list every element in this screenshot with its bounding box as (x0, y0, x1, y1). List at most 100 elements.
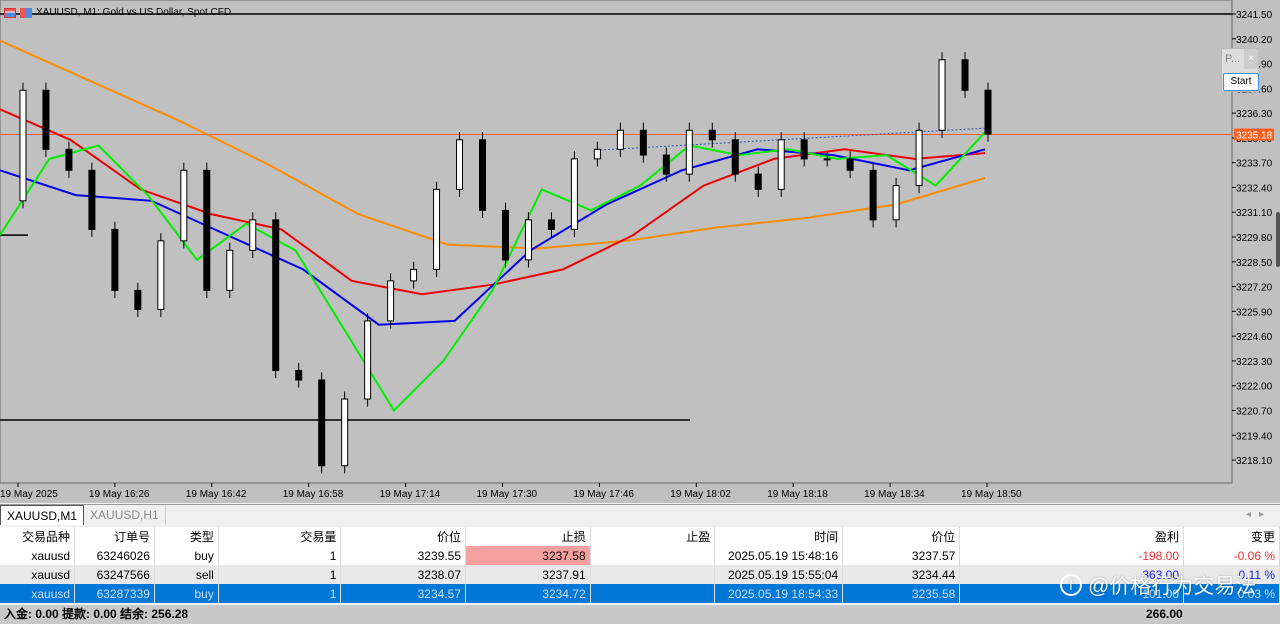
candle-body (249, 219, 257, 251)
column-header[interactable]: 交易品种 (0, 527, 76, 546)
logo-icon: f (1060, 574, 1082, 596)
table-row[interactable]: xauusd 63246026 buy 1 3239.55 3237.58 2025.05.… (0, 546, 1280, 565)
x-tick-label: 19 May 2025 (0, 489, 58, 500)
table-icon[interactable] (4, 7, 16, 18)
candle-body (662, 154, 670, 175)
candle-body (777, 139, 785, 190)
table-header: 交易品种 订单号 类型 交易量 价位 止损 止盈 时间 价位 盈利 变更 (0, 527, 1280, 546)
table-cell: buy (154, 546, 219, 565)
candle-body (456, 139, 464, 190)
y-tick-label: 3233.70 (1236, 159, 1273, 170)
panel-title: P... (1225, 53, 1241, 65)
candle-body (387, 280, 395, 322)
x-tick-label: 19 May 16:42 (186, 489, 247, 500)
table-cell: 3237.58 (465, 546, 591, 565)
table-cell: xauusd (0, 546, 76, 565)
candle-body (708, 129, 716, 141)
watermark: f @价格行为交易法 (1060, 570, 1256, 600)
candle-body (65, 148, 73, 171)
one-click-trading-icon[interactable] (20, 7, 32, 18)
candle-body (157, 240, 165, 310)
x-tick-label: 19 May 18:50 (961, 489, 1022, 500)
start-button[interactable]: Start (1223, 73, 1259, 91)
column-header[interactable]: 价位 (842, 527, 961, 546)
x-tick-label: 19 May 17:46 (573, 489, 634, 500)
candle-body (800, 139, 808, 160)
candle-body (639, 129, 647, 156)
price-chart[interactable]: 3241.503240.203238.903237.603236.303235.… (0, 0, 1280, 503)
table-cell: 3234.72 (465, 584, 591, 603)
table-cell: sell (154, 565, 219, 584)
x-tick-label: 19 May 18:18 (767, 489, 828, 500)
candle-body (731, 139, 739, 175)
y-tick-label: 3228.50 (1236, 258, 1273, 269)
current-price-label: 3235.18 (1236, 130, 1273, 141)
balance-summary: 入金: 0.00 提款: 0.00 结余: 256.28 (4, 607, 189, 621)
table-cell (590, 546, 716, 565)
y-tick-label: 3222.00 (1236, 382, 1273, 393)
column-header[interactable]: 价位 (340, 527, 467, 546)
tab-xauusd-m1[interactable]: XAUUSD,M1 (0, 505, 85, 525)
x-tick-label: 19 May 17:14 (380, 489, 441, 500)
table-cell: 1 (218, 565, 342, 584)
y-tick-label: 3225.90 (1236, 307, 1273, 318)
candle-body (961, 59, 969, 91)
table-cell: 63287339 (74, 584, 155, 603)
candle-body (984, 89, 992, 135)
x-tick-label: 19 May 17:30 (477, 489, 538, 500)
table-cell (590, 584, 716, 603)
candle-body (547, 219, 555, 230)
candle-body (295, 369, 303, 381)
candle-body (823, 158, 831, 161)
table-cell: 1 (218, 584, 342, 603)
column-header[interactable]: 订单号 (74, 527, 155, 546)
column-header[interactable]: 止损 (465, 527, 591, 546)
chart-canvas[interactable]: 3241.503240.203238.903237.603236.303235.… (0, 0, 1280, 503)
panel-close-button[interactable]: × (1244, 49, 1258, 69)
candle-body (938, 59, 946, 131)
candle-body (593, 148, 601, 160)
candle-body (42, 89, 50, 150)
candle-body (501, 209, 509, 261)
account-summary: 入金: 0.00 提款: 0.00 结余: 256.28 266.00 (0, 605, 1280, 624)
column-header[interactable]: 交易量 (218, 527, 342, 546)
chart-title: XAUUSD, M1: Gold vs US Dollar, Spot CFD (4, 7, 231, 18)
y-tick-label: 3218.10 (1236, 456, 1273, 467)
y-tick-label: 3241.50 (1236, 10, 1273, 21)
table-cell: xauusd (0, 584, 76, 603)
candle-body (88, 169, 96, 230)
table-cell: 3238.07 (340, 565, 467, 584)
table-cell: 3237.57 (842, 546, 961, 565)
y-tick-label: 3220.70 (1236, 406, 1273, 417)
candle-body (364, 320, 372, 400)
candle-body (754, 173, 762, 190)
table-cell: 3234.44 (842, 565, 961, 584)
candle-body (318, 379, 326, 467)
column-header[interactable]: 变更 (1183, 527, 1280, 546)
table-cell: 63247566 (74, 565, 155, 584)
tab-xauusd-h1[interactable]: XAUUSD,H1 (84, 505, 166, 525)
y-tick-label: 3236.30 (1236, 109, 1273, 120)
column-header[interactable]: 时间 (714, 527, 844, 546)
candle-body (524, 219, 532, 261)
candle-body (134, 289, 142, 310)
candle-body (685, 129, 693, 175)
table-cell: 3237.91 (465, 565, 591, 584)
table-cell: 63246026 (74, 546, 155, 565)
y-tick-label: 3240.20 (1236, 35, 1273, 46)
y-tick-label: 3224.60 (1236, 332, 1273, 343)
table-cell: 2025.05.19 18:54:33 (714, 584, 844, 603)
column-header[interactable]: 盈利 (959, 527, 1185, 546)
candle-body (203, 169, 211, 291)
x-tick-label: 19 May 18:34 (864, 489, 925, 500)
y-tick-label: 3232.40 (1236, 183, 1273, 194)
chart-scroll-handle[interactable] (1276, 212, 1280, 267)
candle-body (19, 89, 27, 202)
table-cell: 3234.57 (340, 584, 467, 603)
tab-scroll-arrows[interactable]: ◂▸ (1246, 509, 1272, 520)
table-cell: -198.00 (959, 546, 1185, 565)
y-tick-label: 3227.20 (1236, 283, 1273, 294)
column-header[interactable]: 止盈 (590, 527, 716, 546)
expert-panel: P... × Start (1221, 48, 1259, 92)
column-header[interactable]: 类型 (154, 527, 219, 546)
